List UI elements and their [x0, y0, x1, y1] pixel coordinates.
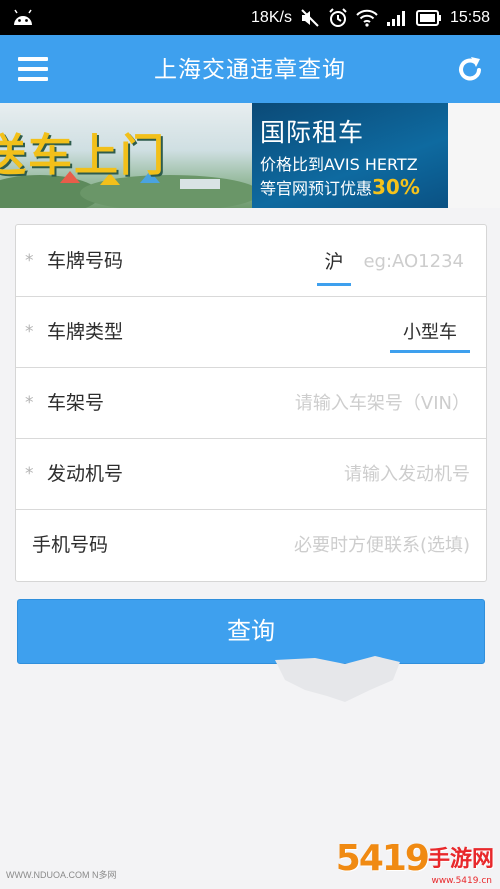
network-speed: 18K/s: [251, 8, 292, 26]
clock: 15:58: [449, 8, 490, 26]
page-title: 上海交通违章查询: [154, 57, 346, 83]
site-logo: 5419手游网 www.5419.cn: [335, 838, 494, 886]
phone-label: 手机号码: [32, 534, 109, 556]
vin-label: 车架号: [47, 392, 105, 414]
wifi-icon: [356, 9, 378, 27]
vin-row: * 车架号 请输入车架号（VIN）: [16, 367, 486, 439]
signal-icon: [386, 10, 405, 26]
logo-url: www.5419.cn: [431, 876, 492, 886]
battery-icon: [415, 9, 441, 26]
phone-row: 手机号码 必要时方便联系(选填): [16, 509, 486, 580]
app-bar: 上海交通违章查询: [0, 35, 500, 103]
plate-number-row: * 车牌号码 沪 eg:AO1234: [16, 225, 486, 297]
refresh-icon[interactable]: [454, 53, 486, 85]
required-mark: *: [25, 322, 34, 342]
map-watermark: [275, 656, 400, 702]
vin-input[interactable]: 请输入车架号（VIN）: [295, 367, 470, 440]
logo-number: 5419: [335, 838, 430, 879]
phone-input[interactable]: 必要时方便联系(选填): [294, 509, 470, 582]
plate-type-label: 车牌类型: [47, 321, 124, 343]
plate-type-row: * 车牌类型 小型车: [16, 296, 486, 368]
province-selector[interactable]: 沪: [317, 225, 351, 299]
plate-number-input[interactable]: eg:AO1234: [363, 225, 464, 298]
plate-number-label: 车牌号码: [47, 250, 124, 272]
banner-right-line2: 等官网预订优惠30%: [260, 175, 420, 199]
required-mark: *: [25, 251, 34, 271]
required-mark: *: [25, 393, 34, 413]
required-mark: *: [25, 464, 34, 484]
province-underline: [317, 283, 351, 286]
android-icon: [14, 9, 32, 25]
banner-left-image: 送车上门: [0, 103, 252, 208]
engine-number-label: 发动机号: [47, 463, 124, 485]
engine-number-input[interactable]: 请输入发动机号: [344, 438, 470, 511]
alarm-icon: [329, 7, 347, 27]
banner-right-line1: 价格比到AVIS HERTZ: [260, 155, 418, 174]
engine-number-row: * 发动机号 请输入发动机号: [16, 438, 486, 510]
mute-icon: [301, 8, 319, 27]
banner-right-title: 国际租车: [260, 118, 365, 147]
ad-banner[interactable]: 送车上门 国际租车 价格比到AVIS HERTZ 等官网预订优惠30%: [0, 103, 500, 208]
banner-right-edge: [448, 103, 500, 208]
query-form: * 车牌号码 沪 eg:AO1234 * 车牌类型 小型车 * 车架号 请输入车…: [15, 224, 487, 582]
status-bar: 18K/s 15:58: [0, 0, 500, 35]
banner-discount-text: 等官网预订优惠: [260, 179, 373, 198]
plate-type-select[interactable]: 小型车: [390, 296, 470, 369]
banner-left-text: 送车上门: [0, 130, 166, 181]
footer-site-text: WWW.NDUOA.COM N多网: [6, 870, 117, 880]
banner-discount-percent: 30%: [372, 175, 420, 199]
banner-right-panel: 国际租车 价格比到AVIS HERTZ 等官网预订优惠30%: [252, 103, 448, 208]
logo-text: 手游网: [427, 847, 494, 872]
plate-type-underline: [390, 350, 470, 353]
